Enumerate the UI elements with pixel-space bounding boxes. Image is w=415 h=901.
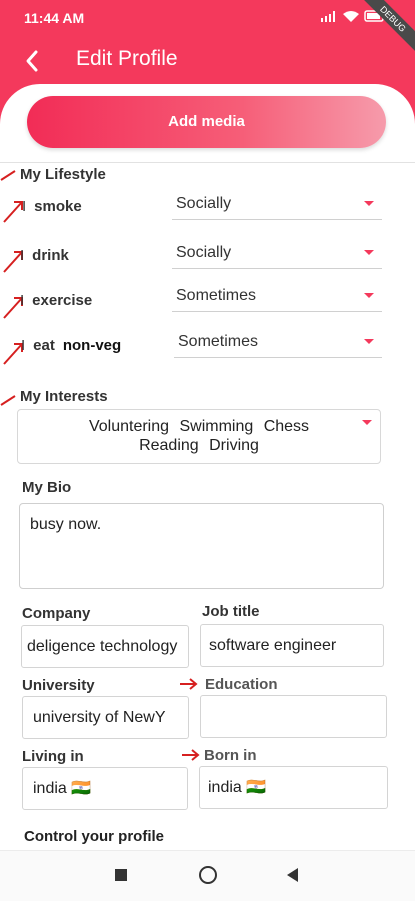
- university-value: university of NewY: [33, 709, 166, 726]
- lifestyle-prefix: I: [20, 247, 25, 264]
- living-in-value: india 🇮🇳: [33, 780, 92, 797]
- university-label: University: [22, 677, 95, 694]
- lifestyle-prefix: I: [21, 337, 26, 354]
- lifestyle-row-exercise: Iexercise: [20, 292, 92, 309]
- living-in-input[interactable]: india 🇮🇳: [22, 767, 188, 810]
- interests-line-2: Reading Driving: [139, 437, 259, 454]
- interests-selector[interactable]: Voluntering Swimming Chess Reading Drivi…: [17, 409, 381, 464]
- divider: [0, 162, 415, 163]
- add-media-button[interactable]: Add media: [27, 96, 386, 148]
- annotation-mark: [0, 395, 16, 406]
- interests-line-1: Voluntering Swimming Chess: [88, 418, 310, 435]
- page-title: Edit Profile: [76, 47, 178, 70]
- lifestyle-prefix: I: [22, 198, 27, 215]
- lifestyle-label: drink: [32, 247, 69, 264]
- lifestyle-row-smoke: Ismoke: [22, 198, 82, 215]
- control-profile-title: Control your profile: [24, 828, 164, 845]
- education-label: Education: [205, 676, 278, 693]
- dropdown-value: Socially: [176, 195, 232, 212]
- education-value: [201, 708, 209, 725]
- exercise-dropdown[interactable]: Sometimes: [172, 285, 382, 312]
- company-input[interactable]: deligence technology: [21, 625, 189, 668]
- dropdown-caret-icon: [364, 201, 374, 206]
- lifestyle-row-drink: Idrink: [20, 247, 69, 264]
- recents-icon[interactable]: [115, 869, 127, 881]
- annotation-mark: [0, 170, 16, 181]
- bio-title: My Bio: [22, 479, 72, 496]
- back-nav-icon[interactable]: [287, 868, 298, 882]
- job-title-value: software engineer: [209, 637, 337, 654]
- job-title-label: Job title: [202, 603, 260, 620]
- lifestyle-prefix: I: [20, 292, 25, 309]
- annotation-arrow: [180, 678, 198, 690]
- dropdown-caret-icon: [364, 339, 374, 344]
- home-icon[interactable]: [199, 866, 217, 884]
- status-time: 11:44 AM: [24, 10, 85, 26]
- back-arrow-icon[interactable]: [18, 46, 48, 76]
- lifestyle-row-eat: Ieat non-veg: [21, 337, 121, 354]
- dropdown-value: Sometimes: [178, 333, 259, 350]
- dropdown-caret-icon: [364, 250, 374, 255]
- dropdown-caret-icon: [362, 420, 372, 425]
- lifestyle-label: exercise: [32, 292, 93, 309]
- dropdown-value: Socially: [176, 244, 232, 261]
- annotation-arrow: [182, 749, 200, 761]
- job-title-input[interactable]: software engineer: [200, 624, 384, 667]
- university-input[interactable]: university of NewY: [22, 696, 189, 739]
- lifestyle-label: eat: [33, 337, 55, 354]
- bio-textarea[interactable]: busy now.: [19, 503, 384, 589]
- born-in-label: Born in: [204, 747, 257, 764]
- dropdown-value: Sometimes: [176, 287, 257, 304]
- interests-title: My Interests: [20, 388, 108, 405]
- lifestyle-title: My Lifestyle: [20, 166, 106, 183]
- education-input[interactable]: [200, 695, 387, 738]
- lifestyle-label: smoke: [34, 198, 82, 215]
- born-in-value: india 🇮🇳: [208, 779, 267, 796]
- drink-dropdown[interactable]: Socially: [172, 242, 382, 269]
- dropdown-caret-icon: [364, 293, 374, 298]
- eat-dropdown[interactable]: Sometimes: [174, 331, 382, 358]
- living-in-label: Living in: [22, 748, 84, 765]
- lifestyle-label-extra: non-veg: [62, 337, 122, 354]
- smoke-dropdown[interactable]: Socially: [172, 193, 382, 220]
- bio-value: busy now.: [30, 516, 102, 533]
- company-label: Company: [22, 605, 91, 622]
- company-value: deligence technology: [27, 638, 178, 655]
- born-in-input[interactable]: india 🇮🇳: [199, 766, 388, 809]
